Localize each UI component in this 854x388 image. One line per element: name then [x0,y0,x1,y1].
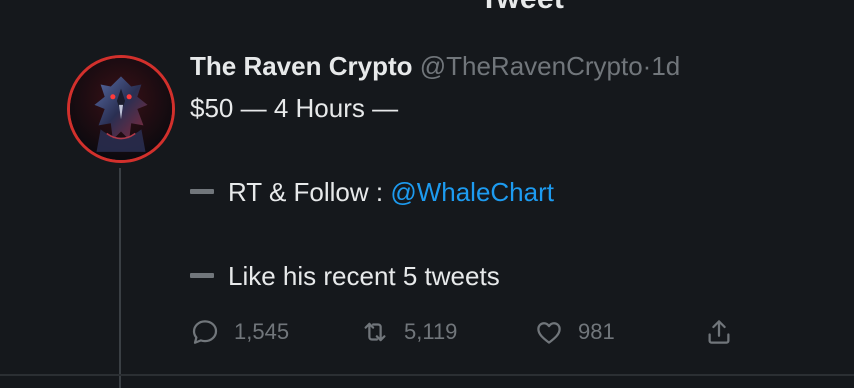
tweet-text-like: Like his recent 5 tweets [228,261,500,291]
tweet-text-line-3: Like his recent 5 tweets [190,260,500,292]
dash-icon [190,188,214,194]
retweet-count: 5,119 [404,319,458,344]
avatar[interactable] [67,55,175,163]
tweet-text-line-1: $50 — 4 Hours — [190,93,399,123]
tweet-author-line: The Raven Crypto @TheRavenCrypto·1d [190,50,680,82]
heart-icon [537,322,561,344]
mention-link[interactable]: @WhaleChart [390,177,554,207]
author-display-name[interactable]: The Raven Crypto [190,51,413,81]
thread-line [119,168,121,388]
like-count: 981 [578,319,615,344]
tweet-timestamp[interactable]: 1d [651,51,680,81]
retweet-button[interactable]: 5,119 [360,315,457,349]
dash-icon [190,272,214,278]
share-button[interactable] [704,315,734,349]
tweet-text-rt-follow: RT & Follow : [228,177,391,207]
author-handle[interactable]: @TheRavenCrypto [420,51,643,81]
page-title: Tweet [0,0,854,16]
retweet-icon [364,322,386,342]
reply-icon [192,320,218,344]
reply-count: 1,545 [234,319,290,344]
tweet-text-line-2: RT & Follow : @WhaleChart [190,176,554,208]
raven-avatar-image [70,58,172,160]
like-button[interactable]: 981 [534,315,615,349]
reply-button[interactable]: 1,545 [190,315,289,349]
share-icon [708,320,730,344]
